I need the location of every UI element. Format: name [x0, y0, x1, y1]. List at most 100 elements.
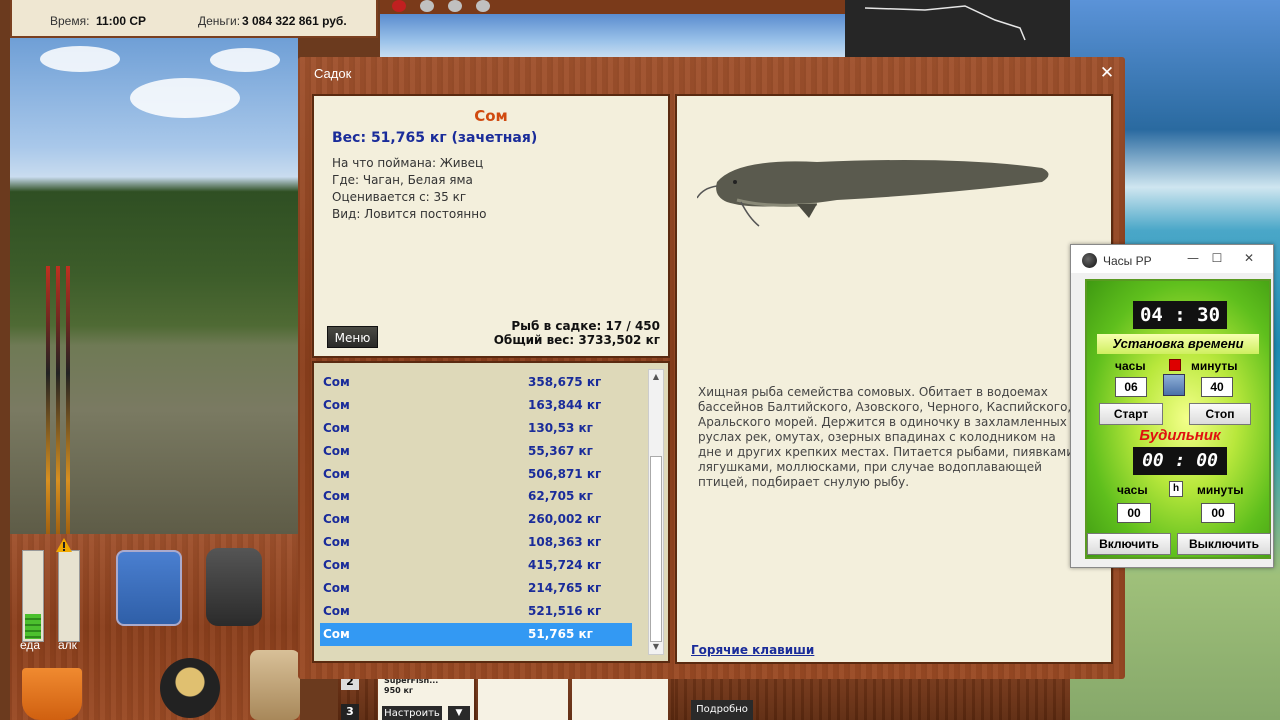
location-map[interactable] — [845, 0, 1070, 60]
sack-icon[interactable] — [250, 650, 300, 720]
maximize-icon[interactable]: ☐ — [1205, 249, 1229, 267]
fish-row-name: Сом — [323, 535, 350, 550]
start-button[interactable]: Старт — [1099, 403, 1163, 425]
list-item[interactable]: Сом 130,53 кг — [320, 417, 632, 440]
fish-row-name: Сом — [323, 443, 350, 458]
toolbar-icon[interactable] — [420, 0, 434, 12]
fish-row-weight: 415,724 кг — [528, 558, 602, 573]
set-time-label: Установка времени — [1097, 334, 1259, 354]
dialog-title: Садок — [314, 66, 352, 81]
fish-row-weight: 130,53 кг — [528, 420, 593, 435]
disable-alarm-button[interactable]: Выключить — [1177, 533, 1271, 555]
list-item[interactable]: Сом 55,367 кг — [320, 440, 632, 463]
fishing-rod[interactable] — [56, 266, 60, 534]
minutes-label: минуты — [1191, 359, 1238, 373]
fish-row-weight: 55,367 кг — [528, 443, 593, 458]
alarm-display: 00 : 00 — [1133, 447, 1227, 475]
fish-name: Сом — [474, 107, 508, 125]
list-item[interactable]: Сом 51,765 кг — [320, 622, 632, 646]
scrollbar[interactable]: ▲ ▼ — [648, 369, 664, 655]
stop-button[interactable]: Стоп — [1189, 403, 1251, 425]
slot-number: 3 — [341, 704, 359, 720]
app-icon — [1082, 253, 1097, 268]
fish-row-weight: 260,002 кг — [528, 512, 602, 527]
bait-info: На что поймана: Живец — [332, 156, 484, 170]
fish-list-panel: Сом 358,675 кг Сом 163,844 кг Сом 130,53 кг Со… — [312, 361, 670, 663]
fishing-rod[interactable] — [46, 266, 50, 534]
details-button[interactable]: Подробно — [691, 700, 753, 720]
fish-row-weight: 62,705 кг — [528, 489, 593, 504]
fishing-scene[interactable] — [10, 38, 298, 534]
record-icon[interactable] — [392, 0, 406, 12]
list-item[interactable]: Сом 108,363 кг — [320, 531, 632, 554]
fish-description-panel: Хищная рыба семейства сомовых. Обитает в… — [675, 94, 1113, 664]
scroll-down-icon[interactable]: ▼ — [649, 640, 663, 654]
alarm-hours-input[interactable]: 00 — [1117, 503, 1151, 523]
fish-row-name: Сом — [323, 512, 350, 527]
close-icon[interactable]: ✕ — [1097, 64, 1117, 84]
fish-description: Хищная рыба семейства сомовых. Обитает в… — [698, 385, 1078, 489]
lure-slot[interactable] — [478, 672, 568, 720]
fish-row-name: Сом — [323, 375, 350, 389]
minutes-input[interactable]: 40 — [1201, 377, 1233, 397]
fish-row-name: Сом — [323, 466, 350, 481]
toolbar-icon[interactable] — [476, 0, 490, 12]
catfish-image — [697, 160, 1049, 227]
minimize-icon[interactable]: — — [1181, 249, 1205, 267]
alarm-hours-label: часы — [1117, 483, 1148, 497]
scroll-thumb[interactable] — [650, 456, 662, 642]
clock-icon[interactable] — [1163, 374, 1185, 396]
money-value: 3 084 322 861 руб. — [242, 14, 347, 28]
fish-row-weight: 51,765 кг — [528, 626, 593, 641]
alcohol-meter — [58, 550, 80, 642]
clock-window: Часы РР — ☐ ✕ 04 : 30 Установка времени … — [1070, 244, 1274, 568]
list-item[interactable]: Сом 260,002 кг — [320, 508, 632, 531]
enable-alarm-button[interactable]: Включить — [1087, 533, 1171, 555]
bucket-icon[interactable] — [22, 668, 82, 720]
close-icon[interactable]: ✕ — [1237, 249, 1261, 267]
list-item[interactable]: Сом 415,724 кг — [320, 554, 632, 577]
clock-titlebar[interactable]: Часы РР — ☐ ✕ — [1071, 245, 1273, 273]
kind-info: Вид: Ловится постоянно — [332, 207, 487, 221]
inventory-panel: еда алк — [10, 534, 300, 720]
time-value: 11:00 СР — [96, 14, 147, 28]
lure-slot[interactable] — [572, 672, 668, 720]
fishing-rod[interactable] — [66, 266, 70, 534]
stop-indicator-icon — [1169, 359, 1181, 371]
fish-row-name: Сом — [323, 397, 350, 412]
cloud — [130, 78, 240, 118]
cauldron-icon[interactable] — [160, 658, 220, 718]
fish-row-weight: 358,675 кг — [528, 375, 602, 389]
tackle-box-icon[interactable] — [116, 550, 182, 626]
clock-title: Часы РР — [1103, 254, 1152, 268]
menu-button[interactable]: Меню — [327, 326, 378, 348]
scroll-up-icon[interactable]: ▲ — [649, 370, 663, 384]
list-item[interactable]: Сом 358,675 кг — [320, 371, 632, 394]
cloud — [40, 46, 120, 72]
fish-row-name: Сом — [323, 558, 350, 573]
list-item[interactable]: Сом 214,765 кг — [320, 577, 632, 600]
map-outline — [864, 5, 1026, 41]
alarm-toggle[interactable]: h — [1169, 481, 1183, 497]
fish-row-weight: 108,363 кг — [528, 535, 602, 550]
hotkeys-link[interactable]: Горячие клавиши — [691, 643, 814, 657]
location-info: Где: Чаган, Белая яма — [332, 173, 473, 187]
dropdown-toggle[interactable]: ▼ — [448, 706, 470, 720]
fish-info-panel: Сом Вес: 51,765 кг (зачетная) На что пой… — [312, 94, 670, 358]
backpack-icon[interactable] — [206, 548, 262, 626]
clock-panel: 04 : 30 Установка времени часы минуты 06… — [1085, 279, 1271, 559]
list-item[interactable]: Сом 506,871 кг — [320, 463, 632, 486]
list-item[interactable]: Сом 62,705 кг — [320, 485, 632, 508]
alarm-minutes-input[interactable]: 00 — [1201, 503, 1235, 523]
list-item[interactable]: Сом 521,516 кг — [320, 600, 632, 623]
configure-button[interactable]: Настроить — [382, 706, 442, 720]
fish-list[interactable]: Сом 358,675 кг Сом 163,844 кг Сом 130,53 кг Со… — [320, 371, 632, 646]
fish-row-name: Сом — [323, 420, 350, 435]
warning-icon — [56, 538, 72, 552]
toolbar-icon[interactable] — [448, 0, 462, 12]
hours-input[interactable]: 06 — [1115, 377, 1147, 397]
list-item[interactable]: Сом 163,844 кг — [320, 394, 632, 417]
sadok-titlebar[interactable]: Садок ✕ — [298, 57, 1125, 87]
fish-row-weight: 506,871 кг — [528, 466, 602, 481]
item-weight: 950 кг — [384, 686, 414, 695]
